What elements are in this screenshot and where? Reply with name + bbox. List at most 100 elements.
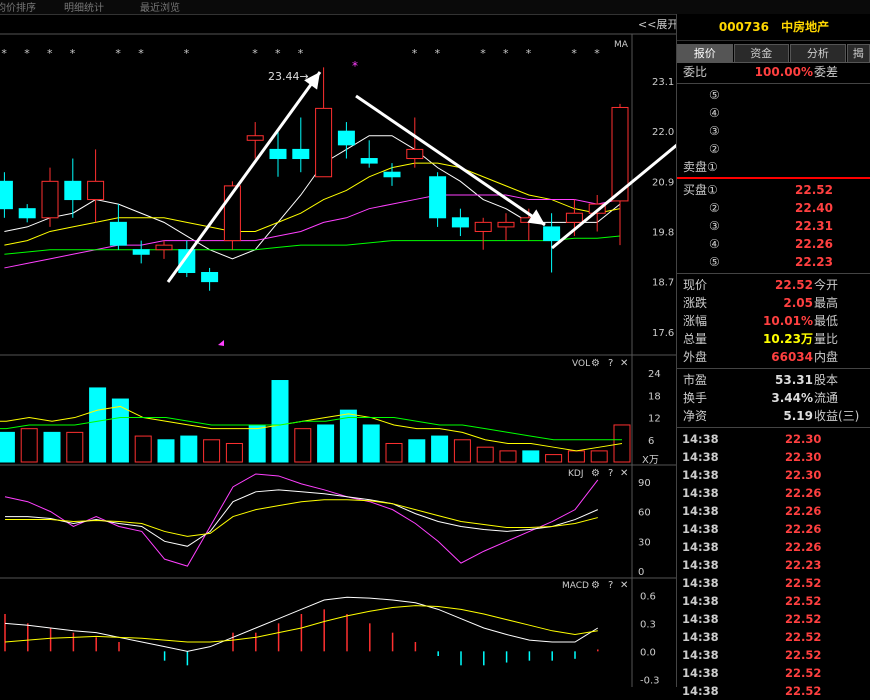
event-star: *: [298, 47, 304, 60]
macd-tick-label: 0.3: [640, 619, 656, 630]
volume-bar: [567, 450, 585, 463]
stock-name: 中房地产: [781, 20, 830, 34]
tick-row: 14:38 22.26: [677, 538, 870, 556]
tick-row: 14:38 22.30: [677, 448, 870, 466]
quote-row: 涨幅 10.01% 最低: [677, 312, 870, 330]
quote-row: 涨跌 2.05 最高: [677, 294, 870, 312]
quote-row: 现价 22.52 今开: [677, 276, 870, 294]
buy-level: 买盘①: [683, 183, 718, 197]
tick-list[interactable]: 14:38 22.30 14:38 22.30 14:38 22.30 14:38 22.26…: [677, 430, 870, 700]
buy-level: ③: [709, 219, 720, 233]
tab-analysis[interactable]: 分析: [790, 44, 846, 62]
weibi-value: 100.00%: [754, 65, 813, 79]
event-star: *: [412, 47, 418, 60]
price-tick-label: 17.6: [652, 328, 674, 339]
macd-tick-label: 0.6: [640, 591, 656, 602]
volume-bar: [408, 439, 426, 463]
vol-tick-label: 12: [648, 414, 661, 425]
candle: [451, 208, 469, 237]
tick-time: 14:38: [682, 504, 719, 518]
quote-panel: 000736 中房地产 报价 资金 分析 揭 委比 100.00% 委差 ⑤ ④ ③…: [676, 14, 870, 698]
fundamental-label: 净资: [683, 409, 708, 423]
candle-body: [87, 180, 105, 201]
tick-row: 14:38 22.52: [677, 628, 870, 646]
tick-price: 22.30: [785, 432, 822, 446]
volume-bar: [362, 424, 380, 463]
tick-time: 14:38: [682, 612, 719, 626]
sell-orders: ⑤ ④ ③ ② 卖盘①: [677, 86, 870, 176]
volume-bar: [294, 428, 312, 463]
candle-body: [269, 148, 287, 160]
volume-bar: [20, 428, 38, 463]
tick-price: 22.52: [785, 648, 822, 662]
tab-quote[interactable]: 报价: [677, 44, 733, 62]
price-tick-label: 19.8: [652, 227, 674, 238]
tick-row: 14:38 22.52: [677, 592, 870, 610]
candle: [406, 117, 424, 168]
sell-order-row: ②: [677, 140, 870, 158]
tick-row: 14:38 22.52: [677, 664, 870, 682]
fundamental-value: 3.44%: [771, 391, 813, 405]
buy-level: ⑤: [709, 255, 720, 269]
quote-right-label: 最低: [814, 314, 839, 328]
quote-stats: 现价 22.52 今开 涨跌 2.05 最高 涨幅 10.01% 最低 总量 10.23万 量比 外盘 6…: [677, 276, 870, 366]
kline-chart[interactable]: 23.1 22.0 20.9 19.8 18.7 17.6 MA * * * * * * * * * * * * * *…: [0, 0, 676, 687]
volume-bar: [225, 442, 243, 463]
event-star: *: [184, 47, 190, 60]
volume-bar: [66, 431, 84, 463]
tab-funds[interactable]: 资金: [733, 44, 790, 62]
event-star: *: [435, 47, 441, 60]
quote-value: 22.52: [775, 278, 813, 292]
tick-price: 22.23: [785, 558, 822, 572]
price-tick-label: 23.1: [652, 77, 674, 88]
candle: [155, 240, 173, 259]
high-annotation: 23.44→: [268, 70, 309, 83]
tick-row: 14:38 22.23: [677, 556, 870, 574]
expand-button[interactable]: <<展开: [638, 16, 678, 32]
settings-icon: ⚙: [591, 468, 600, 479]
tick-price: 22.30: [785, 468, 822, 482]
ma-label: MA: [614, 40, 629, 50]
sell-order-row: 卖盘①: [677, 158, 870, 176]
buy-order-row: ⑤ 22.23: [677, 253, 870, 271]
volume-bar: [0, 431, 15, 463]
vol-unit-label: X万: [642, 455, 659, 466]
buy-order-row: ④ 22.26: [677, 235, 870, 253]
candle-body: [0, 180, 13, 210]
buy-order-row: ② 22.40: [677, 199, 870, 217]
help-icon: ?: [608, 580, 613, 591]
event-star: *: [115, 47, 121, 60]
weibi-label: 委比: [683, 65, 708, 79]
quote-right-label: 内盘: [814, 350, 839, 364]
event-star: *: [352, 59, 358, 73]
volume-bar: [43, 431, 61, 463]
candle: [292, 117, 310, 173]
tick-row: 14:38 22.26: [677, 520, 870, 538]
divider: [677, 83, 870, 84]
candle-body: [155, 244, 173, 251]
tab-more[interactable]: 揭: [846, 44, 870, 62]
fundamental-label: 换手: [683, 391, 708, 405]
event-star: *: [252, 47, 258, 60]
quote-row: 总量 10.23万 量比: [677, 330, 870, 348]
candle-body: [292, 148, 310, 160]
tick-time: 14:38: [682, 540, 719, 554]
tick-price: 22.52: [785, 612, 822, 626]
candle: [360, 140, 378, 168]
event-star: *: [503, 47, 509, 60]
sell-level: ④: [709, 106, 720, 120]
volume-bar: [385, 442, 403, 463]
stock-header: 000736 中房地产: [677, 14, 870, 41]
candle: [41, 167, 59, 227]
quote-label: 涨幅: [683, 314, 708, 328]
volume-bar: [248, 424, 266, 463]
fundamental-right-label: 流通: [814, 391, 839, 405]
sell-level: ⑤: [709, 88, 720, 102]
candle-body: [178, 249, 196, 274]
price-tick-label: 18.7: [652, 278, 674, 289]
volume-bar: [89, 387, 107, 463]
candle-body: [406, 148, 424, 160]
event-star: *: [24, 47, 30, 60]
candle: [201, 267, 219, 291]
tick-price: 22.26: [785, 540, 822, 554]
